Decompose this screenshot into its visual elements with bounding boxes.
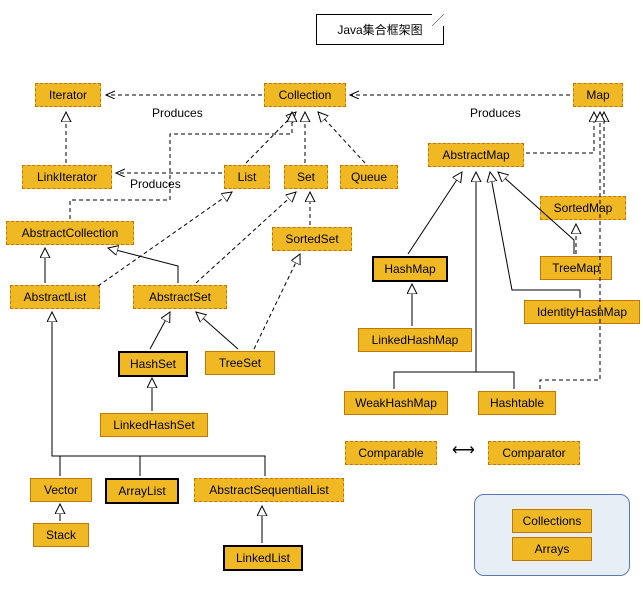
node-sortedmap: SortedMap <box>540 196 626 220</box>
node-weakhashmap: WeakHashMap <box>344 391 448 415</box>
node-abstractlist: AbstractList <box>10 285 100 309</box>
node-abstractsequentiallist: AbstractSequentialList <box>194 478 344 502</box>
legend-box: Collections Arrays <box>474 494 630 576</box>
node-collection: Collection <box>264 83 346 107</box>
node-hashtable: Hashtable <box>478 391 556 415</box>
node-linkiterator: LinkIterator <box>22 165 112 189</box>
node-linkedhashmap: LinkedHashMap <box>358 328 472 352</box>
node-treeset: TreeSet <box>205 351 275 375</box>
title-note: Java集合框架图 <box>316 14 444 45</box>
node-iterator: Iterator <box>35 83 101 107</box>
node-comparable: Comparable <box>345 441 437 465</box>
node-set: Set <box>284 165 328 189</box>
node-queue: Queue <box>340 165 398 189</box>
node-abstractset: AbstractSet <box>133 285 227 309</box>
node-stack: Stack <box>33 523 89 547</box>
node-hashmap: HashMap <box>372 256 448 282</box>
node-vector: Vector <box>30 478 92 502</box>
node-map: Map <box>573 83 623 107</box>
title-text: Java集合框架图 <box>337 23 422 37</box>
node-identityhashmap: IdentityHashMap <box>524 300 640 324</box>
node-hashset: HashSet <box>118 351 188 377</box>
node-list: List <box>224 165 270 189</box>
node-comparator: Comparator <box>488 441 580 465</box>
diagram-canvas: Java集合框架图 Iterator Collection Map Produc… <box>0 0 643 611</box>
note-fold-icon <box>432 14 444 26</box>
node-abstractcollection: AbstractCollection <box>6 221 134 245</box>
node-sortedset: SortedSet <box>272 227 352 251</box>
label-produces-2: Produces <box>470 106 521 120</box>
double-arrow-icon: ⟷ <box>452 443 475 459</box>
node-treemap: TreeMap <box>540 256 612 280</box>
label-produces-3: Produces <box>130 177 181 191</box>
node-abstractmap: AbstractMap <box>428 143 524 167</box>
node-arrays: Arrays <box>512 537 592 561</box>
node-collections: Collections <box>512 509 592 533</box>
node-arraylist: ArrayList <box>105 478 179 504</box>
node-linkedhashset: LinkedHashSet <box>100 413 208 437</box>
node-linkedlist: LinkedList <box>223 545 303 571</box>
label-produces-1: Produces <box>152 106 203 120</box>
